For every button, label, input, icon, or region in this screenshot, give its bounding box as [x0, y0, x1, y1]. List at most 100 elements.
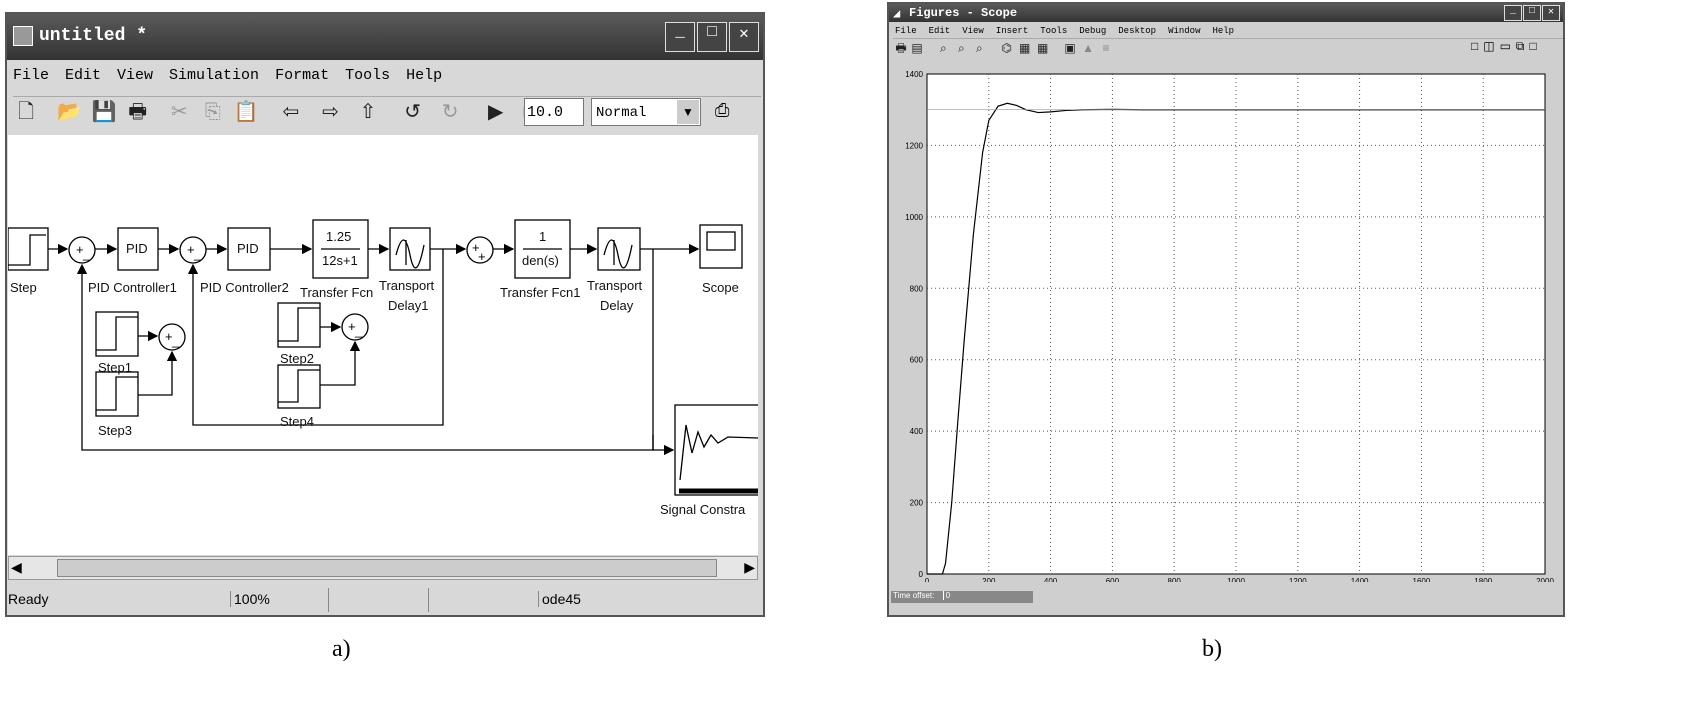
redo-icon[interactable]: ↻ — [434, 99, 466, 124]
paste-icon[interactable]: 📋 — [232, 99, 260, 124]
float-icon[interactable]: ▣ — [1061, 41, 1079, 55]
menu-help[interactable]: Help — [1212, 26, 1234, 36]
y-tick-label: 0 — [919, 570, 924, 579]
menu-file[interactable]: File — [895, 26, 917, 36]
zoom-icon[interactable]: ⌕ — [934, 41, 952, 56]
x-tick-label: 400 — [1044, 577, 1058, 582]
menu-window[interactable]: Window — [1168, 26, 1200, 36]
mode-value: Normal — [596, 105, 647, 121]
x-tick-label: 800 — [1168, 577, 1182, 582]
time-offset-bar: Time offset: 0 — [891, 591, 1033, 603]
diagram-wires: + _ + _ ++ + _ + _ — [8, 219, 758, 496]
pid2-label: PID Controller2 — [200, 280, 289, 295]
horizontal-scrollbar[interactable]: ◀ ▶ — [8, 556, 758, 580]
maximize-button[interactable]: □ — [697, 22, 727, 52]
y-tick-label: 800 — [910, 284, 924, 293]
window-title: untitled * — [39, 26, 148, 46]
scroll-left-icon[interactable]: ◀ — [11, 559, 22, 576]
scope-menu-bar: File Edit View Insert Tools Debug Desktop Windo… — [895, 25, 1250, 36]
menu-view[interactable]: View — [117, 67, 153, 84]
step4-label: Step4 — [280, 414, 314, 429]
forward-icon[interactable]: ⇨ — [314, 99, 348, 124]
minimize-button[interactable]: _ — [1504, 5, 1522, 21]
time-offset-label: Time offset: — [893, 591, 935, 600]
signal-select-icon[interactable]: ≡ — [1097, 41, 1115, 55]
restore-axes-icon[interactable]: ▦ — [1034, 41, 1052, 55]
menu-file[interactable]: File — [13, 67, 49, 84]
menu-tools[interactable]: Tools — [1040, 26, 1067, 36]
scope-label: Scope — [702, 280, 739, 295]
step1-label: Step1 — [98, 360, 132, 375]
menu-simulation[interactable]: Simulation — [169, 67, 259, 84]
menu-edit[interactable]: Edit — [929, 26, 951, 36]
save-axes-icon[interactable]: ▦ — [1016, 41, 1034, 55]
y-tick-label: 600 — [910, 356, 924, 365]
close-button[interactable]: ✕ — [729, 22, 759, 52]
status-text: Ready — [8, 591, 49, 607]
mode-select[interactable]: Normal ▼ — [591, 98, 701, 126]
x-tick-label: 1200 — [1289, 577, 1307, 582]
zoom-x-icon[interactable]: ⌕ — [952, 41, 970, 56]
new-icon[interactable]: 🗋 — [13, 97, 39, 131]
minimize-button[interactable]: _ — [665, 22, 695, 52]
up-icon[interactable]: ⇧ — [353, 99, 383, 124]
caption-b: b) — [1202, 636, 1222, 662]
save-icon[interactable]: 💾 — [90, 99, 118, 124]
menu-insert[interactable]: Insert — [996, 26, 1028, 36]
menu-help[interactable]: Help — [406, 67, 442, 84]
params-icon[interactable]: ▤ — [909, 41, 925, 55]
td-label-1: Transport — [587, 278, 643, 293]
menu-edit[interactable]: Edit — [65, 67, 101, 84]
y-tick-label: 1200 — [905, 141, 923, 150]
zoom-y-icon[interactable]: ⌕ — [970, 41, 988, 56]
x-tick-label: 0 — [925, 577, 930, 582]
y-tick-label: 1000 — [905, 213, 923, 222]
scope-chart: 0 200 400 600 800 1000 1200 1400 1600 1800 2000 0 20… — [905, 70, 1554, 582]
tf1-label: Transfer Fcn1 — [500, 285, 581, 300]
play-icon[interactable]: ▶ — [482, 99, 510, 124]
tf-label: Transfer Fcn — [300, 285, 374, 300]
title-bar: untitled * _ □ ✕ — [7, 14, 763, 60]
menu-tools[interactable]: Tools — [345, 67, 390, 84]
stop-time-input[interactable]: 10.0 — [524, 98, 584, 126]
cut-icon[interactable]: ✂ — [165, 99, 193, 124]
x-tick-label: 1400 — [1351, 577, 1369, 582]
menu-format[interactable]: Format — [275, 67, 329, 84]
x-tick-label: 1800 — [1474, 577, 1492, 582]
menu-desktop[interactable]: Desktop — [1118, 26, 1156, 36]
menu-view[interactable]: View — [962, 26, 984, 36]
back-icon[interactable]: ⇦ — [274, 99, 308, 124]
scroll-right-icon[interactable]: ▶ — [744, 559, 755, 576]
close-button[interactable]: ✕ — [1542, 5, 1560, 21]
chevron-down-icon: ▼ — [677, 100, 699, 124]
undo-icon[interactable]: ↺ — [397, 99, 429, 124]
copy-icon[interactable]: ⎘ — [199, 101, 227, 124]
td-block — [597, 227, 641, 271]
pid2-text: PID — [237, 241, 259, 256]
lock-icon[interactable]: ▲ — [1079, 41, 1097, 55]
menu-debug[interactable]: Debug — [1079, 26, 1106, 36]
autoscale-icon[interactable]: ⌬ — [998, 41, 1016, 55]
scope-title: Figures - Scope — [909, 6, 1018, 20]
status-cell — [328, 588, 428, 612]
svg-text:+: + — [478, 249, 486, 264]
x-tick-label: 1600 — [1413, 577, 1431, 582]
pid1-label: PID Controller1 — [88, 280, 177, 295]
x-tick-label: 2000 — [1536, 577, 1554, 582]
open-icon[interactable]: 📂 — [55, 99, 85, 124]
status-bar: Ready 100% ode45 — [8, 588, 758, 612]
solver: ode45 — [538, 591, 581, 607]
print-icon[interactable]: 🖶 — [893, 39, 909, 60]
scroll-thumb[interactable] — [57, 559, 717, 577]
layout-icons[interactable]: □◫▭⧉□ — [1471, 39, 1542, 54]
pid1-text: PID — [126, 241, 148, 256]
diagram-canvas[interactable]: + _ + _ + + + _ + _ PID PID 1.25 12s+1 1 den(… — [8, 135, 758, 555]
print-icon[interactable]: 🖶 — [124, 97, 152, 131]
status-cell — [428, 588, 538, 612]
maximize-button[interactable]: □ — [1523, 5, 1541, 21]
scope-title-bar: ◢ Figures - Scope _ □ ✕ — [889, 4, 1563, 22]
signal-constraint-label: Signal Constra — [660, 502, 746, 517]
library-icon[interactable]: ⎙ — [715, 100, 729, 121]
y-tick-label: 200 — [910, 499, 924, 508]
scope-window: ◢ Figures - Scope _ □ ✕ File Edit View Inse… — [887, 2, 1565, 617]
